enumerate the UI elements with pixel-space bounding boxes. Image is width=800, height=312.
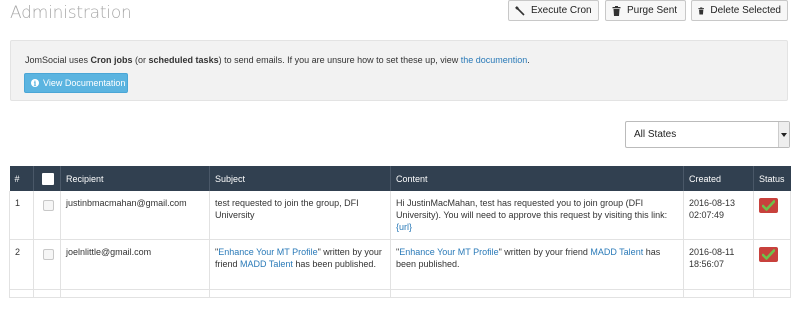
column-header-number: # xyxy=(9,166,34,191)
row-subject: "Enhance Your MT Profile" written by you… xyxy=(209,239,391,290)
row-checkbox[interactable] xyxy=(43,249,54,260)
row-number: 1 xyxy=(9,191,34,240)
row-recipient: joelnlittle@gmail.com xyxy=(60,239,210,290)
author-link[interactable]: MADD Talent xyxy=(590,247,643,257)
documentation-link[interactable]: the documention xyxy=(461,55,528,65)
status-sent-badge[interactable] xyxy=(759,247,778,262)
author-link[interactable]: MADD Talent xyxy=(240,259,293,269)
check-icon xyxy=(762,200,775,211)
view-documentation-label: View Documentation xyxy=(43,78,126,88)
execute-cron-label: Execute Cron xyxy=(531,5,592,16)
execute-cron-button[interactable]: Execute Cron xyxy=(508,0,599,21)
state-filter-select[interactable]: All States xyxy=(625,121,790,148)
row-recipient: justinbmacmahan@gmail.com xyxy=(60,191,210,240)
trash-icon xyxy=(698,6,705,15)
column-header-select xyxy=(33,166,61,191)
mail-queue-table: # Recipient Subject Content Created Stat… xyxy=(9,166,791,298)
table-row: 2 joelnlittle@gmail.com "Enhance Your MT… xyxy=(9,239,791,290)
state-filter-value: All States xyxy=(634,129,677,140)
purge-sent-button[interactable]: Purge Sent xyxy=(605,0,686,21)
info-icon: i xyxy=(31,79,39,88)
row-subject: test requested to join the group, DFI Un… xyxy=(209,191,391,240)
content-link[interactable]: Enhance Your MT Profile xyxy=(399,247,498,257)
content-link[interactable]: {url} xyxy=(396,222,412,232)
row-number: 2 xyxy=(9,239,34,290)
cron-notice: JomSocial uses Cron jobs (or scheduled t… xyxy=(10,40,788,101)
select-all-checkbox[interactable] xyxy=(42,172,54,185)
row-created: 2016-08-11 18:56:07 xyxy=(683,239,754,290)
delete-selected-label: Delete Selected xyxy=(710,5,781,16)
view-documentation-button[interactable]: i View Documentation xyxy=(24,73,128,93)
column-header-subject[interactable]: Subject xyxy=(209,166,391,191)
table-row: 1 justinbmacmahan@gmail.com test request… xyxy=(9,191,791,240)
column-header-status[interactable]: Status xyxy=(754,166,791,191)
column-header-created[interactable]: Created xyxy=(683,166,754,191)
subject-link[interactable]: Enhance Your MT Profile xyxy=(218,247,317,257)
check-icon xyxy=(762,249,775,260)
table-row xyxy=(9,289,791,298)
chevron-down-icon xyxy=(778,122,789,147)
row-created: 2016-08-13 02:07:49 xyxy=(683,191,754,240)
page-title: Administration xyxy=(10,3,132,23)
notice-text: JomSocial uses Cron jobs (or scheduled t… xyxy=(25,55,530,65)
status-sent-badge[interactable] xyxy=(759,198,778,213)
table-header-row: # Recipient Subject Content Created Stat… xyxy=(9,166,791,191)
wand-icon xyxy=(515,5,525,16)
row-content: "Enhance Your MT Profile" written by you… xyxy=(390,239,684,290)
row-content: Hi JustinMacMahan, test has requested yo… xyxy=(390,191,684,240)
trash-icon xyxy=(612,5,621,16)
column-header-recipient[interactable]: Recipient xyxy=(60,166,210,191)
row-checkbox[interactable] xyxy=(43,200,54,211)
delete-selected-button[interactable]: Delete Selected xyxy=(691,0,788,21)
purge-sent-label: Purge Sent xyxy=(627,5,678,16)
column-header-content[interactable]: Content xyxy=(390,166,684,191)
